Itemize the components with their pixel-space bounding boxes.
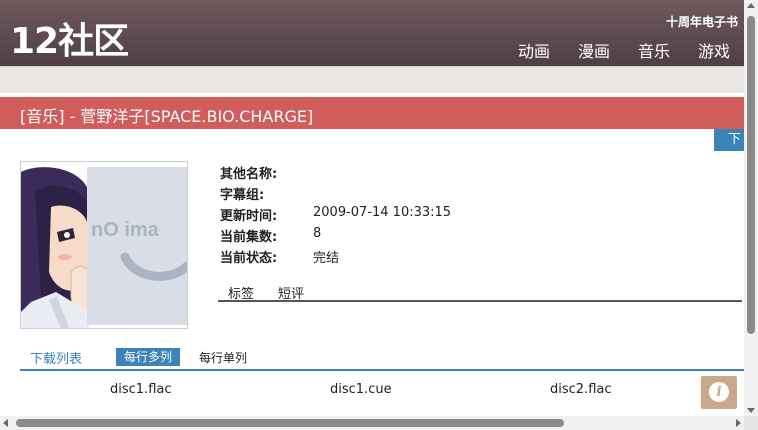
tagline-link[interactable]: 十周年电子书 (666, 13, 738, 30)
site-logo[interactable]: 12社区 (10, 12, 129, 64)
file-link[interactable]: disc2.flac (550, 382, 612, 397)
no-image-text: nO ima (91, 219, 160, 241)
horizontal-scroll-thumb[interactable] (16, 419, 564, 427)
nav-music[interactable]: 音乐 (638, 38, 670, 62)
download-tab[interactable]: 下 (714, 129, 744, 151)
info-button[interactable]: i (701, 376, 737, 409)
cover-illustration: nO ima (21, 167, 187, 328)
scroll-right-icon[interactable] (736, 419, 741, 427)
scroll-left-icon[interactable] (3, 419, 8, 427)
detail-tabs: 标签 短评 (218, 281, 742, 302)
info-label: 字幕组: (220, 188, 265, 203)
info-label: 更新时间: (220, 209, 278, 224)
tab-reviews[interactable]: 短评 (278, 283, 304, 302)
scroll-up-icon[interactable] (747, 3, 755, 8)
info-row-updated: 更新时间: 2009-07-14 10:33:15 (220, 205, 451, 226)
page-viewport: 12社区 十周年电子书 动画 漫画 音乐 游戏 [音乐] - 菅野洋子[SPAC… (0, 0, 744, 416)
info-row-episodes: 当前集数: 8 (220, 226, 451, 247)
scroll-down-icon[interactable] (747, 408, 755, 413)
tab-tags[interactable]: 标签 (228, 283, 254, 302)
download-list-header: 下载列表 每行多列 每行单列 (20, 346, 744, 371)
vertical-scroll-thumb[interactable] (747, 16, 755, 334)
top-nav: 动画 漫画 音乐 游戏 (518, 38, 730, 62)
info-value: 2009-07-14 10:33:15 (313, 205, 452, 220)
info-row-subgroup: 字幕组: (220, 184, 451, 205)
page-title: [音乐] - 菅野洋子[SPACE.BIO.CHARGE] (20, 107, 314, 126)
info-label: 当前集数: (220, 230, 278, 245)
cover-image: nO ima (20, 161, 188, 329)
horizontal-scrollbar[interactable] (0, 416, 744, 430)
vertical-scrollbar[interactable] (744, 0, 758, 416)
info-label: 当前状态: (220, 251, 278, 266)
info-row-alias: 其他名称: (220, 163, 451, 184)
multi-column-button[interactable]: 每行多列 (116, 348, 181, 366)
title-bar: [音乐] - 菅野洋子[SPACE.BIO.CHARGE] (0, 97, 744, 129)
info-value: 完结 (313, 251, 340, 266)
info-label: 其他名称: (220, 167, 278, 182)
file-link[interactable]: disc1.cue (330, 382, 392, 397)
single-column-button[interactable]: 每行单列 (199, 349, 247, 366)
nav-anime[interactable]: 动画 (518, 38, 550, 62)
scrollbar-corner (744, 416, 758, 430)
download-list-title: 下载列表 (30, 352, 83, 367)
site-header: 12社区 十周年电子书 动画 漫画 音乐 游戏 (0, 0, 744, 66)
sub-bar (0, 66, 744, 93)
info-icon: i (709, 382, 729, 402)
info-value: 8 (313, 226, 322, 241)
nav-games[interactable]: 游戏 (698, 38, 730, 62)
info-row-status: 当前状态: 完结 (220, 247, 451, 268)
nav-manga[interactable]: 漫画 (578, 38, 610, 62)
file-link[interactable]: disc1.flac (110, 382, 172, 397)
info-table: 其他名称: 字幕组: 更新时间: 2009-07-14 10:33:15 当前集… (220, 163, 451, 268)
